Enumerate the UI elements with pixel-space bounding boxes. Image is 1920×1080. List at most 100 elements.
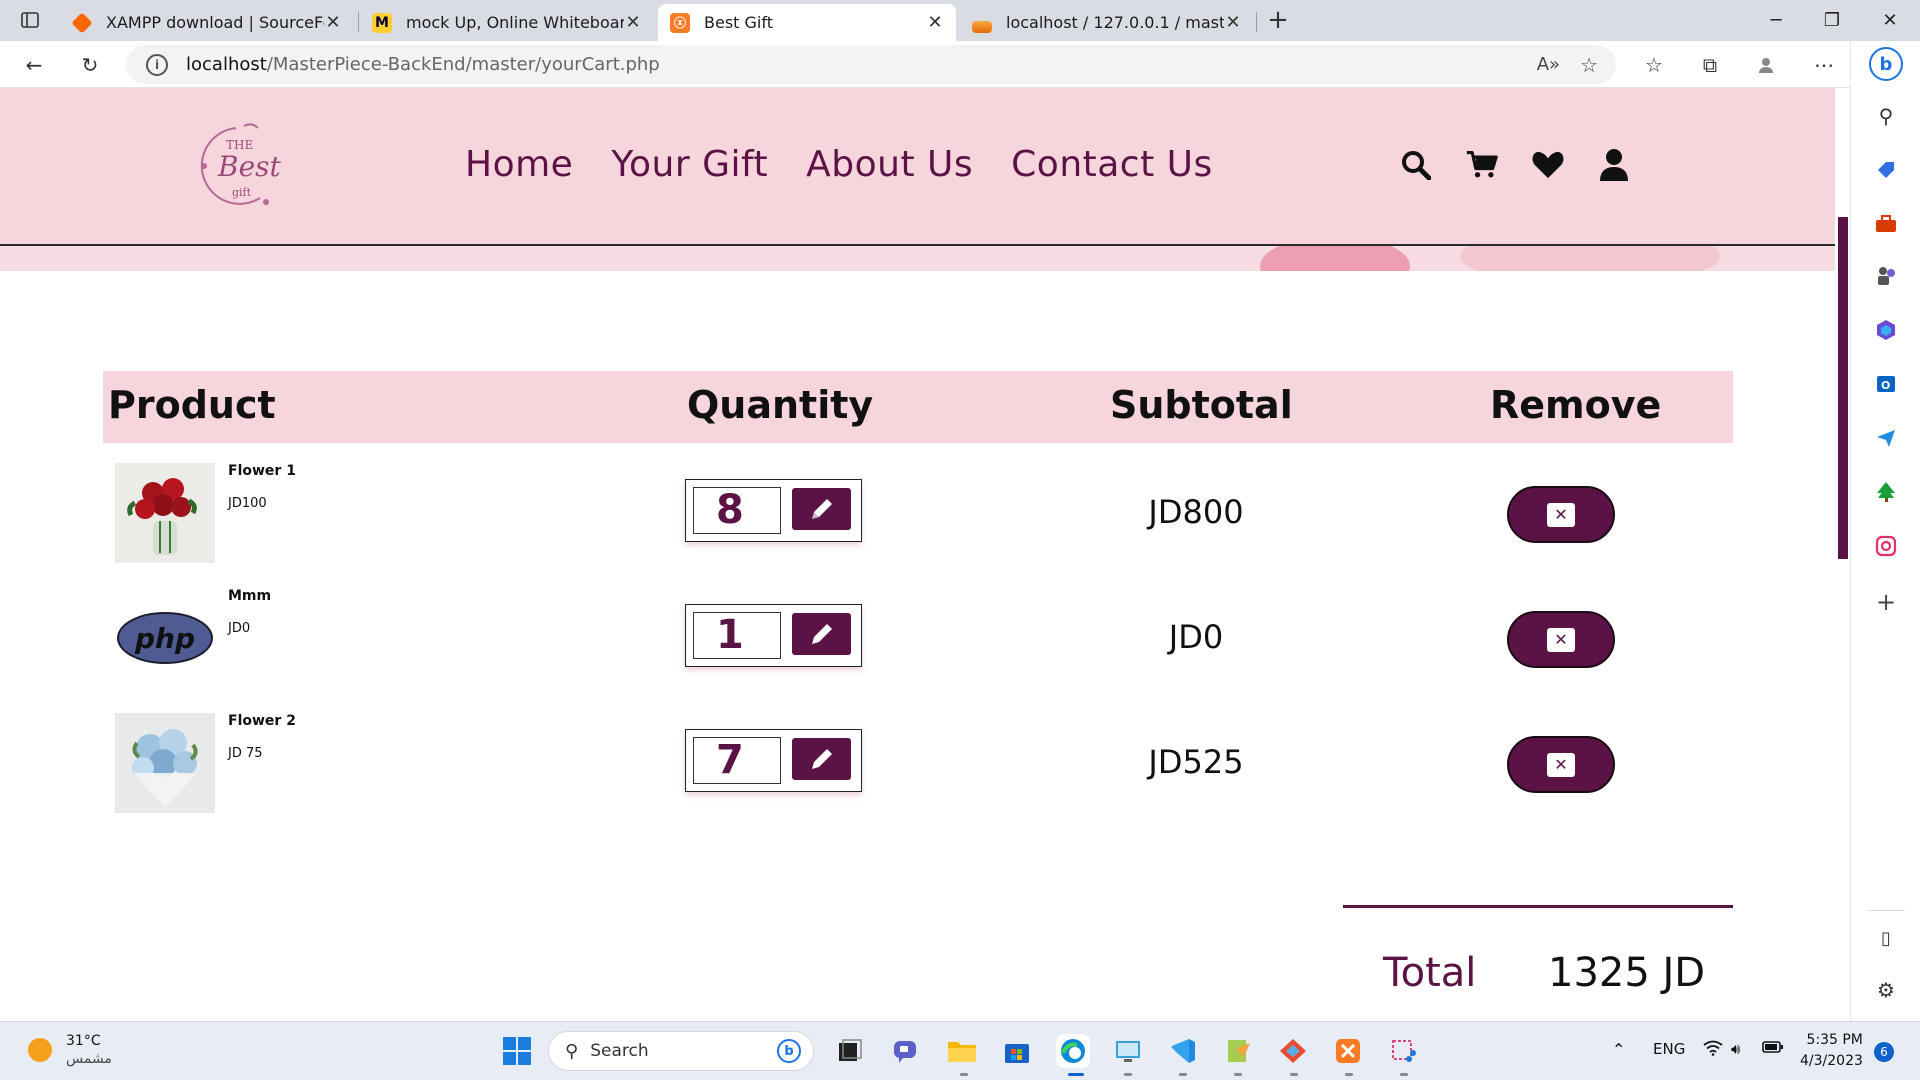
start-button[interactable] [500, 1034, 534, 1068]
hero-flower-decoration [1460, 246, 1720, 271]
split-screen-icon[interactable]: ▯ [1873, 925, 1899, 951]
nav-your-gift[interactable]: Your Gift [611, 144, 768, 185]
page-viewport: THE Best gift Home Your Gift About Us Co… [0, 88, 1835, 1021]
nav-contact-us[interactable]: Contact Us [1011, 144, 1213, 185]
cart-table-header: Product Quantity Subtotal Remove [103, 371, 1733, 443]
settings-gear-icon[interactable]: ⚙ [1873, 977, 1899, 1003]
header-icon-group [1400, 148, 1630, 182]
xampp-icon: ⓧ [670, 12, 690, 33]
close-tab-icon[interactable]: ✕ [624, 12, 642, 33]
microsoft-store-icon[interactable] [1000, 1034, 1034, 1068]
hero-flower-decoration [1260, 246, 1410, 271]
tools-icon[interactable] [1873, 211, 1899, 237]
quantity-input[interactable]: 8 [693, 487, 781, 534]
edge-sidebar: b ⚲ O + ▯ ⚙ [1850, 41, 1920, 1021]
tab-mockup[interactable]: M mock Up, Online Whiteboard for ✕ [360, 4, 654, 41]
close-tab-icon[interactable]: ✕ [926, 12, 944, 33]
browser-toolbar: ← ↻ i localhost/MasterPiece-BackEnd/mast… [0, 41, 1920, 88]
product-image-red-roses [115, 463, 215, 563]
new-tab-button[interactable]: + [1264, 5, 1292, 35]
add-icon[interactable]: + [1873, 588, 1899, 616]
pencil-icon [811, 749, 832, 769]
quantity-input[interactable]: 1 [693, 612, 781, 659]
main-navigation: Home Your Gift About Us Contact Us [465, 144, 1213, 185]
notepad-plus-icon[interactable] [1221, 1034, 1255, 1068]
update-quantity-button[interactable] [792, 738, 851, 780]
profile-icon[interactable] [1750, 49, 1782, 81]
games-icon[interactable] [1873, 263, 1899, 289]
user-icon[interactable] [1598, 148, 1630, 182]
tab-title: mock Up, Online Whiteboard for [406, 13, 624, 32]
sidebar-divider [1867, 910, 1905, 911]
search-icon[interactable] [1400, 148, 1432, 182]
tab-actions-menu-icon[interactable] [16, 8, 44, 32]
collections-icon[interactable]: ⧉ [1694, 49, 1726, 81]
back-button[interactable]: ← [18, 49, 50, 81]
close-x-icon: ✕ [1547, 752, 1575, 777]
site-info-icon[interactable]: i [146, 53, 168, 76]
search-placeholder: Search [590, 1041, 649, 1061]
file-explorer-icon[interactable] [945, 1034, 979, 1068]
close-window-button[interactable]: ✕ [1862, 0, 1918, 41]
wifi-icon[interactable] [1703, 1040, 1723, 1060]
weather-widget[interactable]: 31°C مشمس [28, 1032, 112, 1068]
bing-copilot-icon[interactable]: b [1869, 47, 1903, 81]
running-indicator [1124, 1073, 1132, 1076]
favorites-icon[interactable]: ☆ [1638, 49, 1670, 81]
control-panel-icon[interactable] [1111, 1034, 1145, 1068]
quantity-input[interactable]: 7 [693, 737, 781, 784]
taskbar-search-box[interactable]: ⚲ Search b [548, 1031, 814, 1071]
xampp-icon[interactable] [1331, 1034, 1365, 1068]
address-bar[interactable]: i localhost/MasterPiece-BackEnd/master/y… [126, 45, 1616, 84]
remove-item-button[interactable]: ✕ [1507, 611, 1615, 668]
shopping-tag-icon[interactable] [1873, 157, 1899, 183]
send-icon[interactable] [1873, 425, 1899, 451]
url-path: /MasterPiece-BackEnd/master/yourCart.php [266, 54, 660, 75]
tab-best-gift[interactable]: ⓧ Best Gift ✕ [658, 4, 956, 41]
nav-about-us[interactable]: About Us [806, 144, 973, 185]
cart-row: Flower 2 JD 75 7 JD525 ✕ [103, 705, 1733, 815]
update-quantity-button[interactable] [792, 613, 851, 655]
show-hidden-icons-chevron-up-icon[interactable]: ⌃ [1612, 1040, 1625, 1059]
page-scrollbar[interactable] [1838, 217, 1848, 559]
vscode-icon[interactable] [1166, 1034, 1200, 1068]
product-price: JD0 [228, 621, 251, 636]
snipping-tool-icon[interactable] [1386, 1034, 1420, 1068]
edge-browser-icon[interactable] [1056, 1034, 1090, 1068]
outlook-icon[interactable]: O [1873, 371, 1899, 397]
best-gift-logo[interactable]: THE Best gift [196, 118, 281, 214]
remove-item-button[interactable]: ✕ [1507, 486, 1615, 543]
heart-icon[interactable] [1532, 148, 1564, 182]
restore-button[interactable]: ❐ [1804, 0, 1860, 41]
read-aloud-icon[interactable]: A» [1537, 54, 1560, 75]
battery-icon[interactable] [1762, 1040, 1784, 1058]
refresh-button[interactable]: ↻ [74, 49, 106, 81]
volume-icon[interactable]: 🔊︎ [1731, 1040, 1740, 1058]
active-indicator [1068, 1073, 1084, 1076]
teams-chat-icon[interactable] [889, 1034, 923, 1068]
close-tab-icon[interactable]: ✕ [324, 12, 342, 33]
more-menu-icon[interactable]: ⋯ [1808, 49, 1840, 81]
tab-phpmyadmin[interactable]: localhost / 127.0.0.1 / master_pie ✕ [960, 4, 1254, 41]
add-favorite-icon[interactable]: ☆ [1580, 53, 1598, 77]
update-quantity-button[interactable] [792, 488, 851, 530]
remove-item-button[interactable]: ✕ [1507, 736, 1615, 793]
cart-icon[interactable] [1466, 148, 1498, 182]
task-view-icon[interactable] [833, 1034, 867, 1068]
microsoft-365-icon[interactable] [1873, 317, 1899, 343]
notification-badge[interactable]: 6 [1874, 1042, 1894, 1062]
input-language[interactable]: ENG [1653, 1040, 1685, 1058]
product-price: JD 75 [228, 746, 263, 761]
close-tab-icon[interactable]: ✕ [1224, 12, 1242, 33]
minimize-button[interactable]: ─ [1748, 0, 1804, 41]
system-clock[interactable]: 5:35 PM 4/3/2023 [1800, 1030, 1863, 1072]
git-kraken-icon[interactable] [1276, 1034, 1310, 1068]
tab-xampp[interactable]: XAMPP download | SourceForge ✕ [60, 4, 354, 41]
nav-home[interactable]: Home [465, 144, 573, 185]
instagram-icon[interactable] [1873, 533, 1899, 559]
product-name: Mmm [228, 588, 272, 604]
weather-temperature: 31°C [66, 1033, 101, 1049]
quantity-form: 8 [685, 479, 862, 542]
search-icon[interactable]: ⚲ [1873, 103, 1899, 129]
tree-icon[interactable] [1873, 479, 1899, 505]
